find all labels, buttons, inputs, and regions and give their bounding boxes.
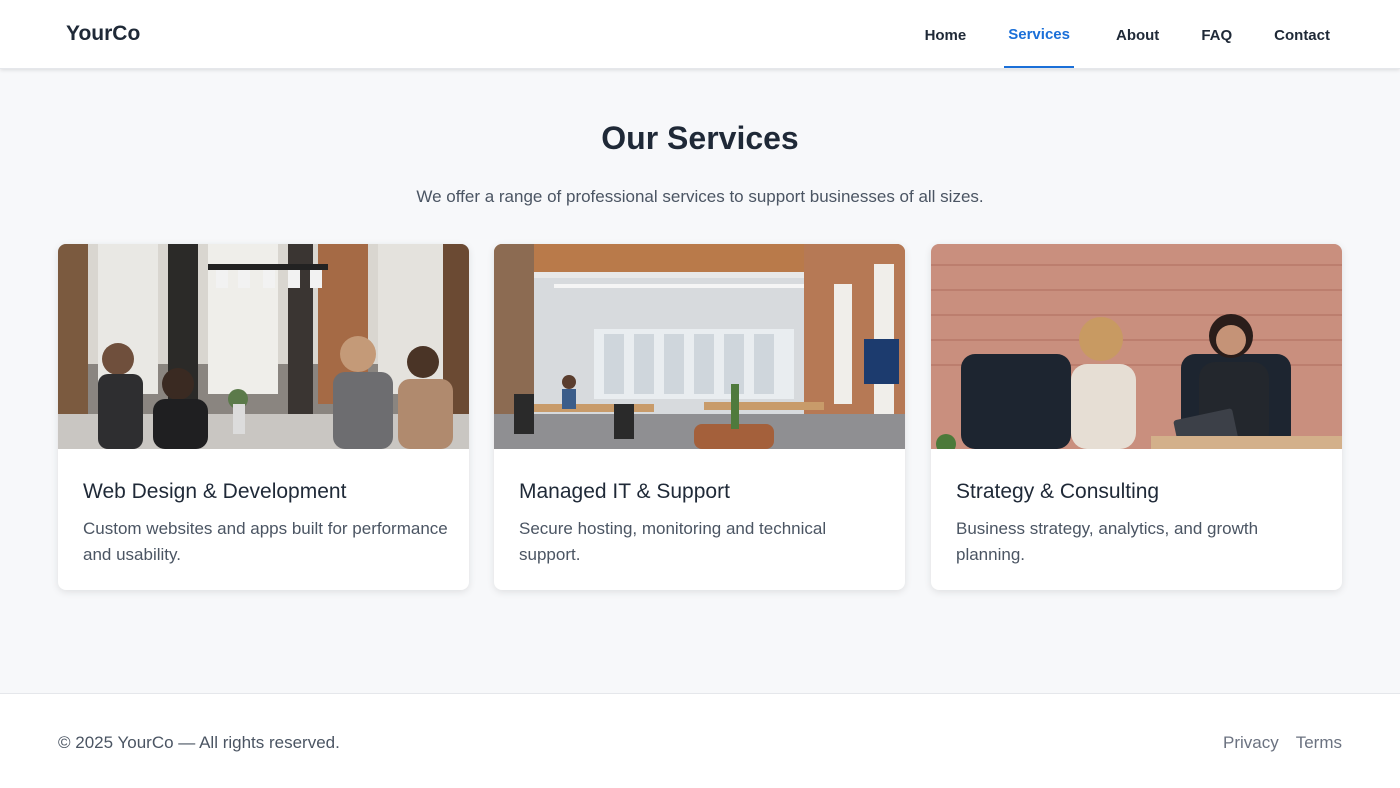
page-subtitle: We offer a range of professional service…: [416, 187, 984, 206]
site-footer: © 2025 YourCo — All rights reserved. Pri…: [0, 693, 1400, 788]
card-description: Custom websites and apps built for perfo…: [83, 519, 448, 564]
card-title: Web Design & Development: [83, 480, 347, 503]
nav-about[interactable]: About: [1116, 0, 1159, 68]
copyright-text: © 2025 YourCo — All rights reserved.: [58, 733, 340, 752]
service-card-strategy[interactable]: Strategy & Consulting Business strategy,…: [931, 244, 1342, 590]
site-header: YourCo Home Services About FAQ Contact: [0, 0, 1400, 69]
nav-home[interactable]: Home: [925, 0, 967, 68]
consulting-meeting-photo: [931, 244, 1342, 449]
footer-link-terms[interactable]: Terms: [1296, 733, 1342, 753]
nav-contact[interactable]: Contact: [1274, 0, 1330, 68]
card-description: Business strategy, analytics, and growth…: [956, 519, 1259, 564]
logo[interactable]: YourCo: [66, 22, 140, 46]
card-title: Managed IT & Support: [519, 480, 730, 503]
main-nav: Home Services About FAQ Contact: [883, 0, 1330, 68]
nav-faq[interactable]: FAQ: [1201, 0, 1232, 68]
footer-links: Privacy Terms: [1206, 733, 1342, 753]
team-working-photo: [58, 244, 469, 449]
card-title: Strategy & Consulting: [956, 480, 1160, 503]
page-title: Our Services: [601, 120, 799, 156]
nav-services[interactable]: Services: [1004, 0, 1074, 68]
service-card-web-design[interactable]: Web Design & Development Custom websites…: [58, 244, 469, 590]
footer-link-privacy[interactable]: Privacy: [1223, 733, 1279, 753]
card-description: Secure hosting, monitoring and technical…: [519, 519, 827, 564]
office-space-photo: [494, 244, 905, 449]
service-card-managed-it[interactable]: Managed IT & Support Secure hosting, mon…: [494, 244, 905, 590]
